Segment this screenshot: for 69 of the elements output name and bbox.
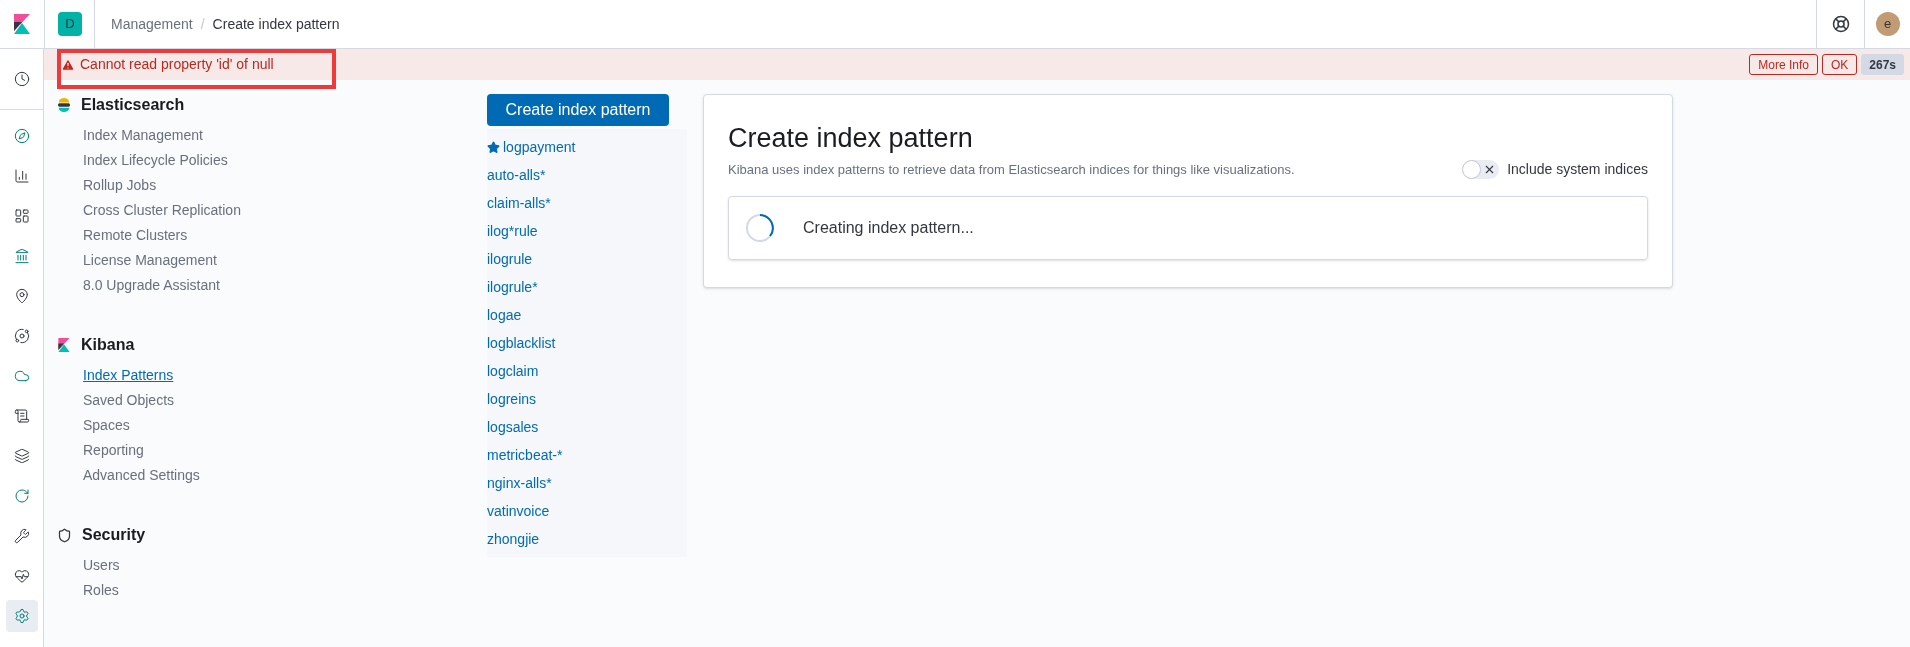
index-pattern-link[interactable]: ilog*rule	[487, 220, 538, 242]
compass-icon	[13, 128, 30, 144]
bar-chart-icon	[13, 168, 30, 184]
dots-ring-icon	[13, 328, 30, 344]
index-pattern-link[interactable]: ilogrule*	[487, 276, 538, 298]
nav-link[interactable]: Saved Objects	[83, 388, 175, 413]
settings-icon	[13, 608, 30, 624]
loading-spinner-icon	[745, 213, 775, 243]
nav-link[interactable]: 8.0 Upgrade Assistant	[83, 273, 220, 298]
section-title: Kibana	[81, 335, 135, 355]
nav-link[interactable]: Index Management	[83, 123, 203, 148]
more-info-button[interactable]: More Info	[1749, 54, 1818, 75]
kibana-logo-icon	[57, 338, 71, 352]
index-pattern-link[interactable]: metricbeat-*	[487, 444, 563, 466]
nav-link[interactable]: Remote Clusters	[83, 223, 188, 248]
settings-nav-button[interactable]	[5, 600, 38, 632]
warning-icon	[61, 57, 75, 72]
breadcrumb[interactable]: Management	[111, 13, 193, 35]
nav-link[interactable]: Advanced Settings	[83, 463, 200, 488]
nav-link[interactable]: License Management	[83, 248, 217, 273]
index-pattern-link[interactable]: zhongjie	[487, 528, 540, 550]
timer-badge: 267s	[1861, 54, 1904, 75]
section-title: Security	[82, 525, 146, 545]
user-avatar[interactable]: e	[1875, 12, 1900, 36]
nav-link[interactable]: Cross Cluster Replication	[83, 198, 241, 223]
nav-link[interactable]: Spaces	[83, 413, 130, 438]
nav-link[interactable]: Reporting	[83, 438, 144, 463]
index-pattern-link[interactable]: logsales	[487, 416, 539, 438]
elasticsearch-logo-icon	[57, 98, 71, 112]
status-text: Creating index pattern...	[803, 218, 974, 238]
panel-title: Create index pattern	[728, 122, 974, 155]
index-pattern-link[interactable]: logblacklist	[487, 332, 556, 354]
nav-link[interactable]: Index Patterns	[83, 363, 174, 388]
index-pattern-link[interactable]: ilogrule	[487, 248, 533, 270]
index-pattern-link[interactable]: logpayment	[503, 136, 576, 158]
circular-arrow-icon	[13, 488, 30, 504]
index-pattern-link[interactable]: logreins	[487, 388, 537, 410]
breadcrumb: Create index pattern	[212, 14, 340, 34]
kibana-logo	[12, 14, 32, 34]
error-message: Cannot read property 'id' of null	[80, 55, 274, 74]
nav-link[interactable]: Rollup Jobs	[83, 173, 157, 198]
help-icon[interactable]	[1831, 15, 1850, 33]
space-avatar[interactable]: D	[58, 12, 82, 36]
nav-link[interactable]: Roles	[83, 578, 119, 603]
heart-pulse-icon	[13, 568, 30, 584]
index-pattern-link[interactable]: logclaim	[487, 360, 539, 382]
breadcrumb-separator: /	[200, 14, 205, 34]
layers-icon	[13, 448, 30, 464]
section-title: Elasticsearch	[81, 95, 185, 115]
building-icon	[13, 248, 30, 264]
index-pattern-link[interactable]: nginx-alls*	[487, 472, 552, 494]
system-indices-switch[interactable]	[1462, 160, 1500, 179]
map-pin-icon	[13, 288, 30, 304]
toggle-label: Include system indices	[1507, 160, 1648, 179]
cloud-icon	[13, 368, 30, 384]
shield-icon	[57, 527, 72, 543]
index-pattern-link[interactable]: logae	[487, 304, 522, 326]
wrench-icon	[13, 528, 30, 544]
scroll-icon	[13, 408, 30, 424]
clock-icon	[13, 71, 30, 87]
ok-button[interactable]: OK	[1821, 54, 1858, 75]
nav-link[interactable]: Index Lifecycle Policies	[83, 148, 228, 173]
nav-link[interactable]: Users	[83, 553, 120, 578]
dashboard-icon	[13, 208, 30, 224]
panel-description: Kibana uses index patterns to retrieve data from Elasticsearch indices for things like visualizations.	[728, 160, 1295, 179]
index-pattern-link[interactable]: claim-alls*	[487, 192, 551, 214]
index-pattern-link[interactable]: vatinvoice	[487, 500, 550, 522]
create-index-pattern-button[interactable]: Create index pattern	[487, 94, 669, 126]
index-pattern-link[interactable]: auto-alls*	[487, 164, 546, 186]
